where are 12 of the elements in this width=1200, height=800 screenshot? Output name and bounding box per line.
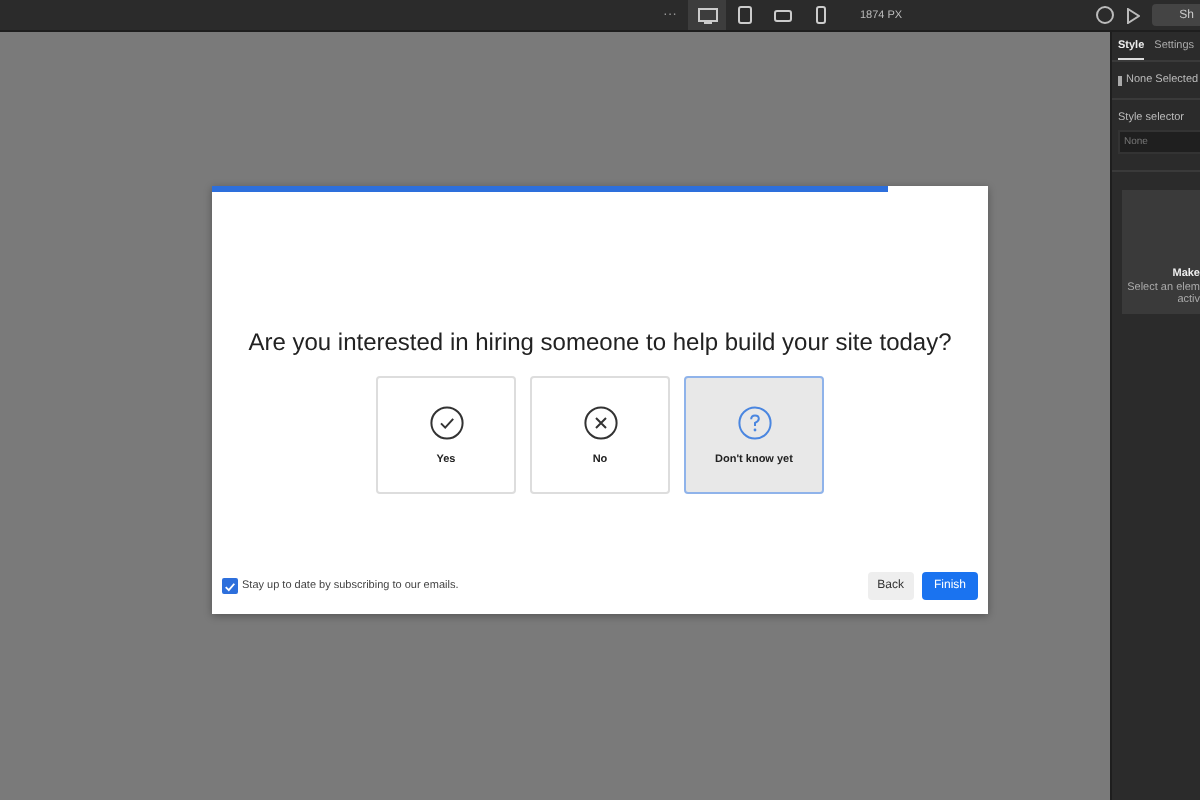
landscape-tablet-icon	[774, 9, 792, 21]
check-circle-icon	[429, 405, 463, 439]
play-icon[interactable]	[1125, 7, 1140, 23]
desktop-breakpoint-button[interactable]	[688, 0, 726, 30]
question-circle-icon	[737, 405, 771, 439]
tablet-icon	[738, 6, 752, 24]
preview-circle-icon[interactable]	[1095, 6, 1114, 24]
monitor-icon	[697, 7, 717, 23]
subscribe-checkbox[interactable]	[222, 578, 238, 594]
x-circle-icon	[583, 405, 617, 439]
question-text: Are you interested in hiring someone to help build your site today?	[248, 328, 952, 356]
phone-icon	[816, 6, 826, 24]
